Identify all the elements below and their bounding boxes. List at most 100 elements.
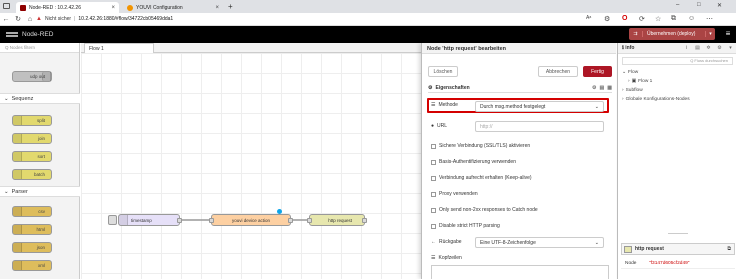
inject-button[interactable] [108, 215, 117, 225]
config-tab-icon[interactable]: ⚙ [714, 45, 725, 51]
tab-actions-icon[interactable] [3, 3, 10, 9]
checkbox-strict-http[interactable]: Disable strict HTTP parsing [431, 223, 500, 229]
globe-icon: ● [431, 123, 435, 129]
close-window-button[interactable]: ✕ [717, 2, 722, 9]
info-node-header: http request ⧉ [621, 243, 735, 255]
chevron-right-icon: › [628, 79, 630, 84]
chevron-right-icon: › [622, 97, 624, 102]
hamburger-icon[interactable]: ≡ [720, 28, 736, 40]
method-select[interactable]: Durch msg.method festgelegt ⌄ [475, 101, 604, 112]
node-label: json [36, 245, 45, 250]
label-text: Methode [438, 102, 458, 108]
flow-node-http-request[interactable]: http request [307, 214, 367, 226]
output-port[interactable] [288, 218, 293, 223]
debug-tab-icon[interactable]: ✲ [703, 45, 714, 51]
edit-tray: Node 'http request' bearbeiten Löschen A… [421, 43, 616, 279]
checkbox-ssl[interactable]: Sichere Verbindung (SSL/TLS) aktivieren [431, 143, 530, 149]
tab-flow-1[interactable]: Flow 1 [84, 43, 154, 53]
sync-icon[interactable]: ⟳ [639, 15, 645, 23]
read-aloud-icon[interactable]: Aᵃ [586, 15, 591, 21]
reload-icon[interactable]: ↻ [12, 15, 24, 23]
description-icon[interactable]: ▤ [600, 85, 605, 91]
tree-item-flow[interactable]: ⌄ Flow [622, 70, 638, 75]
profile-icon[interactable]: ☺ [688, 15, 695, 22]
checkbox-keepalive[interactable]: Verbindung aufrecht erhalten (Keep-alive… [431, 175, 532, 181]
url-input[interactable]: http:// [475, 121, 604, 132]
flow-workspace[interactable]: timestamp youvi device action http reque… [81, 53, 421, 279]
new-tab-button[interactable]: + [228, 2, 233, 11]
palette-node-join[interactable]: join [12, 133, 52, 144]
select-value: Eine UTF-8-Zeichenfolge [480, 239, 536, 246]
home-icon[interactable]: ⌂ [24, 16, 36, 23]
palette-node-xml[interactable]: xml [12, 260, 52, 271]
extensions-icon[interactable]: ⚙ [604, 15, 610, 23]
browser-tab-youvi[interactable]: YOUVI Configuration × [123, 2, 223, 13]
maximize-button[interactable]: □ [697, 2, 701, 8]
deploy-button[interactable]: ⇉ Übernehmen (deploy) ▾ [629, 28, 715, 40]
back-icon[interactable]: ← [0, 16, 12, 23]
checkbox-basic-auth[interactable]: Basis-Authentifizierung verwenden [431, 159, 516, 165]
palette-node-json[interactable]: json [12, 242, 52, 253]
copy-icon[interactable]: ⧉ [727, 246, 731, 252]
palette-node-split[interactable]: split [12, 115, 52, 126]
browser-tab-nodered[interactable]: Node-RED : 10.2.42.26 × [16, 2, 119, 13]
headers-list[interactable] [431, 265, 609, 279]
url-field[interactable]: ▲ Nicht sicher | 10.2.42.26:1880/#flow/3… [36, 15, 173, 24]
flow-search-input[interactable]: Q Fluss durchsuchen [622, 57, 733, 65]
cancel-button[interactable]: Abbrechen [538, 66, 578, 77]
palette-node-html[interactable]: html [12, 224, 52, 235]
checkbox-label: Verbindung aufrecht erhalten (Keep-alive… [439, 175, 532, 181]
more-icon[interactable]: ⋯ [706, 15, 713, 23]
checkbox[interactable] [431, 175, 436, 181]
input-port[interactable] [209, 218, 214, 223]
close-tab-icon[interactable]: × [215, 5, 219, 11]
output-port[interactable] [177, 218, 182, 223]
palette-category-sequence[interactable]: ⌄ Sequenz [0, 93, 80, 104]
palette-filter-input[interactable]: Q Nodes filtern [0, 43, 79, 53]
flow-node-timestamp[interactable]: timestamp [118, 214, 182, 226]
palette-category-parser[interactable]: ⌄ Parser [0, 186, 80, 197]
tree-item-global-config[interactable]: › Globale Konfigurations-Nodes [622, 97, 690, 102]
chevron-down-icon[interactable]: ▾ [705, 31, 715, 37]
tab-properties[interactable]: ⚙ Eigenschaften ⚙ ▤ ▦ [428, 83, 612, 93]
chevron-down-icon[interactable]: ▾ [725, 45, 736, 51]
output-port[interactable] [362, 218, 367, 223]
checkbox[interactable] [431, 143, 436, 149]
flow-node-youvi-device-action[interactable]: youvi device action [209, 214, 293, 226]
tab-title: YOUVI Configuration [136, 4, 183, 11]
checkbox-proxy[interactable]: Proxy verwenden [431, 191, 478, 197]
batch-icon [13, 170, 22, 179]
tab-info[interactable]: ℹ info [618, 45, 681, 51]
office-icon[interactable]: O [622, 15, 627, 22]
palette-node-udp-out[interactable]: udp out [12, 71, 52, 82]
panel-resize-handle[interactable] [668, 233, 688, 234]
checkbox[interactable] [431, 191, 436, 197]
checkbox[interactable] [431, 223, 436, 229]
tree-label: Flow [628, 70, 639, 75]
minimize-button[interactable]: – [676, 2, 679, 8]
delete-button[interactable]: Löschen [428, 66, 458, 77]
checkbox-non-2xx[interactable]: Only send non-2xx responses to Catch nod… [431, 207, 538, 213]
info-value[interactable]: "f3147d605cf2d49" [649, 261, 689, 266]
deploy-label: Übernehmen (deploy) [647, 31, 696, 37]
palette-node-csv[interactable]: csv [12, 206, 52, 217]
return-select[interactable]: Eine UTF-8-Zeichenfolge ⌄ [475, 237, 604, 248]
done-button[interactable]: Fertig [583, 66, 612, 77]
chevron-down-icon: ⌄ [594, 103, 599, 110]
favorites-icon[interactable]: ☆ [655, 15, 661, 23]
collections-icon[interactable]: ⧉ [671, 15, 676, 23]
tree-item-subflow[interactable]: › Subflow [622, 88, 643, 93]
deploy-icon: ⇉ [629, 31, 643, 37]
settings-icon[interactable]: ⚙ [592, 85, 596, 91]
appearance-icon[interactable]: ▦ [607, 85, 612, 91]
palette-node-batch[interactable]: batch [12, 169, 52, 180]
help-tab-icon[interactable]: ▤ [692, 45, 703, 51]
close-tab-icon[interactable]: × [111, 5, 115, 11]
chevron-down-icon: ⌄ [4, 188, 9, 195]
info-tab-icon[interactable]: i [681, 45, 692, 51]
tree-item-flow-1[interactable]: › ▣ Flow 1 [628, 79, 652, 84]
input-port[interactable] [307, 218, 312, 223]
palette-node-sort[interactable]: sort [12, 151, 52, 162]
checkbox[interactable] [431, 159, 436, 165]
checkbox[interactable] [431, 207, 436, 213]
